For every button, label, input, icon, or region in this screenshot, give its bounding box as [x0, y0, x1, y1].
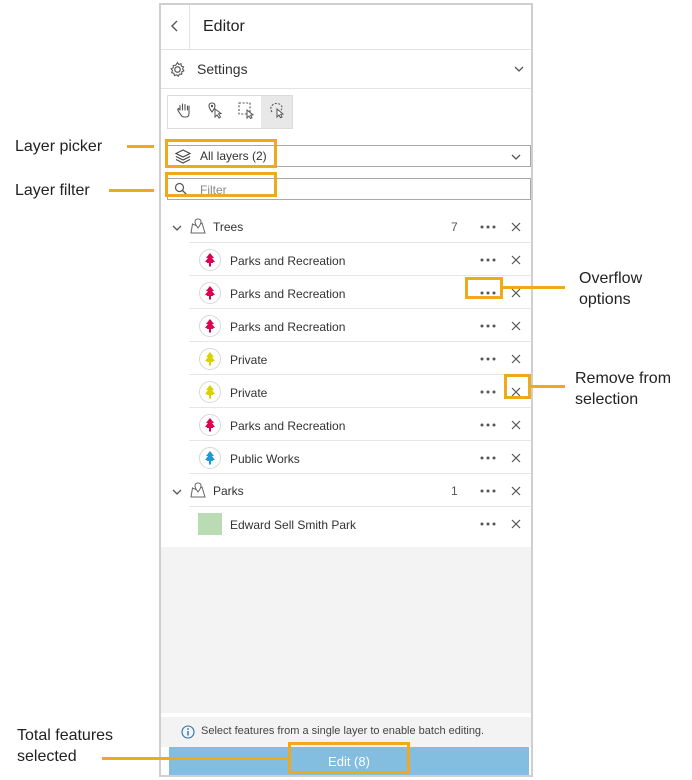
feature-item[interactable]: Private: [161, 343, 531, 375]
callout-line: selection: [575, 391, 639, 408]
callout-line: options: [579, 291, 631, 308]
tree-icon: [199, 249, 221, 271]
callout-line: selected: [17, 748, 77, 765]
settings-section[interactable]: Settings: [161, 50, 531, 89]
feature-name: Parks and Recreation: [230, 287, 346, 301]
chevron-down-icon[interactable]: [171, 485, 183, 503]
feature-item[interactable]: Parks and Recreation: [161, 244, 531, 276]
layer-group-name: Parks: [213, 484, 244, 498]
overflow-menu-icon[interactable]: [477, 351, 499, 367]
hand-icon: [175, 101, 193, 124]
highlight-total-features: [288, 742, 410, 774]
lasso-select-icon: [268, 101, 286, 124]
layer-group-name: Trees: [213, 220, 244, 234]
overflow-menu-icon[interactable]: [477, 219, 499, 235]
feature-item[interactable]: Edward Sell Smith Park: [161, 508, 531, 540]
feature-item[interactable]: Public Works: [161, 442, 531, 474]
overflow-menu-icon[interactable]: [477, 417, 499, 433]
chevron-down-icon: [510, 150, 522, 168]
notice-text: Select features from a single layer to e…: [201, 725, 485, 737]
layer-group-parks[interactable]: Parks 1: [161, 475, 531, 507]
close-icon[interactable]: [509, 484, 523, 498]
tool-area: [161, 89, 531, 139]
callout-layer-picker: Layer picker: [15, 138, 103, 155]
tree-icon: [199, 315, 221, 337]
tree-icon: [199, 381, 221, 403]
layer-group-count: 7: [451, 220, 458, 234]
feature-name: Parks and Recreation: [230, 419, 346, 433]
close-icon[interactable]: [509, 451, 523, 465]
point-layer-icon: [189, 482, 207, 504]
selection-list-area: All layers (2) Filter Trees 7 Parks and …: [161, 139, 531, 547]
tree-icon: [199, 348, 221, 370]
close-icon[interactable]: [509, 319, 523, 333]
editor-panel: Editor Settings All layers (2) Filter Tr…: [159, 3, 533, 777]
close-icon[interactable]: [509, 220, 523, 234]
callout-total-features: Total features selected: [17, 725, 113, 767]
layer-group-count: 1: [451, 484, 458, 498]
feature-name: Parks and Recreation: [230, 254, 346, 268]
feature-name: Private: [230, 353, 268, 367]
callout-layer-filter: Layer filter: [15, 182, 90, 199]
highlight-layer-filter: [165, 172, 277, 197]
tree-icon: [199, 282, 221, 304]
chevron-down-icon[interactable]: [171, 221, 183, 239]
close-icon[interactable]: [509, 418, 523, 432]
polygon-swatch-icon: [198, 513, 222, 535]
feature-name: Parks and Recreation: [230, 320, 346, 334]
chevron-down-icon: [513, 62, 525, 80]
gear-icon: [169, 61, 186, 83]
page-title: Editor: [203, 18, 245, 35]
overflow-menu-icon[interactable]: [477, 450, 499, 466]
leader-line: [503, 286, 565, 289]
leader-line: [102, 757, 288, 760]
empty-area: [161, 547, 531, 713]
highlight-remove-from-selection: [504, 374, 531, 399]
feature-name: Edward Sell Smith Park: [230, 518, 357, 532]
feature-name: Public Works: [230, 452, 300, 466]
chevron-left-icon: [170, 19, 180, 35]
back-button[interactable]: [161, 5, 190, 49]
callout-line: Total features: [17, 727, 114, 744]
select-feature-icon: [206, 101, 224, 124]
overflow-menu-icon[interactable]: [477, 252, 499, 268]
leader-line: [127, 145, 154, 148]
close-icon[interactable]: [509, 253, 523, 267]
layer-group-trees[interactable]: Trees 7: [161, 211, 531, 243]
info-icon: [181, 725, 195, 744]
feature-item[interactable]: Private: [161, 376, 531, 408]
feature-name: Private: [230, 386, 268, 400]
tree-icon: [199, 414, 221, 436]
selection-toolbar: [167, 95, 293, 129]
rectangle-select-tool-button[interactable]: [230, 96, 261, 128]
close-icon[interactable]: [509, 517, 523, 531]
callout-line: Overflow: [579, 270, 643, 287]
overflow-menu-icon[interactable]: [477, 318, 499, 334]
tree-icon: [199, 447, 221, 469]
highlight-layer-picker: [165, 139, 277, 168]
callout-remove: Remove from selection: [575, 368, 671, 410]
callout-line: Remove from: [575, 370, 672, 387]
overflow-menu-icon[interactable]: [477, 384, 499, 400]
feature-item[interactable]: Parks and Recreation: [161, 310, 531, 342]
feature-item[interactable]: Parks and Recreation: [161, 409, 531, 441]
pan-tool-button[interactable]: [168, 96, 199, 128]
rectangle-select-icon: [237, 101, 255, 124]
lasso-select-tool-button[interactable]: [261, 96, 292, 128]
overflow-menu-icon[interactable]: [477, 516, 499, 532]
leader-line: [531, 385, 565, 388]
settings-label: Settings: [197, 61, 248, 77]
select-feature-tool-button[interactable]: [199, 96, 230, 128]
overflow-menu-icon[interactable]: [477, 483, 499, 499]
callout-overflow: Overflow options: [579, 268, 642, 310]
point-layer-icon: [189, 218, 207, 240]
close-icon[interactable]: [509, 352, 523, 366]
editor-header: Editor: [161, 5, 531, 50]
leader-line: [109, 189, 154, 192]
highlight-overflow-options: [465, 277, 503, 299]
